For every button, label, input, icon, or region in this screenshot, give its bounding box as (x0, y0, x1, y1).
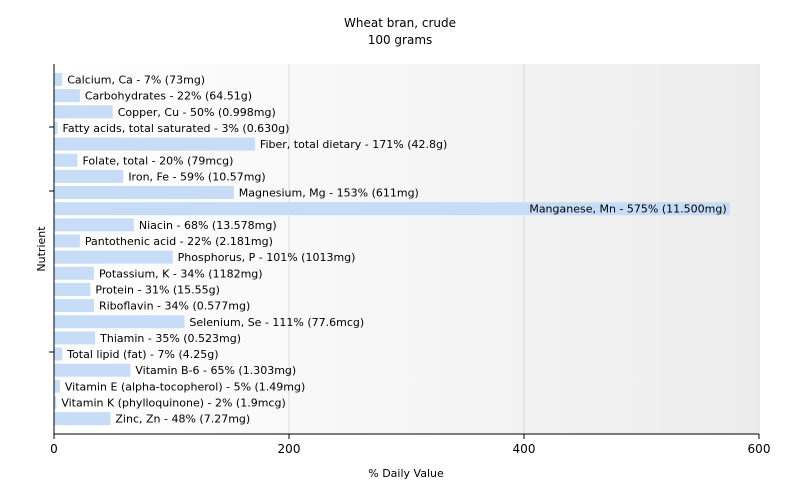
bar-label: Vitamin E (alpha-tocopherol) - 5% (1.49m… (65, 380, 305, 393)
bar (54, 121, 58, 135)
bar (54, 412, 111, 426)
bar-label: Potassium, K - 34% (1182mg) (99, 267, 263, 280)
bar-label: Thiamin - 35% (0.523mg) (99, 332, 241, 345)
chart-subtitle: 100 grams (368, 33, 433, 47)
bar (54, 218, 134, 232)
bar-label: Vitamin B-6 - 65% (1.303mg) (135, 364, 296, 377)
bar (54, 379, 60, 393)
x-tick-label: 200 (278, 442, 301, 456)
bar (54, 282, 91, 296)
x-tick-label: 600 (748, 442, 771, 456)
bar-label: Folate, total - 20% (79mcg) (83, 154, 234, 167)
bar-label: Niacin - 68% (13.578mg) (139, 219, 277, 232)
bar-label: Zinc, Zn - 48% (7.27mg) (115, 413, 250, 426)
bar (54, 137, 255, 151)
bar-chart: Calcium, Ca - 7% (73mg) Carbohydrates - 2… (35, 16, 771, 480)
bar (54, 299, 94, 313)
bar-label: Magnesium, Mg - 153% (611mg) (239, 187, 419, 200)
chart-container: Calcium, Ca - 7% (73mg) Carbohydrates - 2… (0, 0, 800, 500)
bar-label: Fatty acids, total saturated - 3% (0.630… (63, 122, 290, 135)
bar-label: Riboflavin - 34% (0.577mg) (99, 300, 250, 313)
bar (54, 186, 234, 200)
bar (54, 331, 96, 345)
bar (54, 315, 185, 329)
bar (54, 89, 80, 103)
bar (54, 347, 63, 361)
bar (54, 363, 131, 377)
bar-label: Carbohydrates - 22% (64.51g) (85, 90, 252, 103)
x-tick-label: 400 (513, 442, 536, 456)
bar (54, 73, 63, 86)
chart-title: Wheat bran, crude (344, 16, 456, 30)
bar (54, 169, 124, 183)
bar-label: Fiber, total dietary - 171% (42.8g) (260, 138, 447, 151)
plot-background (54, 64, 759, 434)
bar (54, 234, 80, 248)
bar-label: Vitamin K (phylloquinone) - 2% (1.9mcg) (61, 397, 285, 410)
bar (54, 105, 113, 119)
bar (54, 266, 94, 280)
bar-label: Calcium, Ca - 7% (73mg) (67, 74, 205, 87)
bar (54, 153, 78, 167)
x-axis-label: % Daily Value (368, 467, 444, 480)
bar-label: Iron, Fe - 59% (10.57mg) (128, 170, 265, 183)
x-tick-label: 0 (50, 442, 58, 456)
bar-label: Pantothenic acid - 22% (2.181mg) (85, 235, 273, 248)
y-axis-label: Nutrient (35, 226, 48, 272)
bar-label: Total lipid (fat) - 7% (4.25g) (66, 348, 218, 361)
bar-label: Protein - 31% (15.55g) (95, 283, 220, 296)
bar-label: Manganese, Mn - 575% (11.500mg) (529, 203, 726, 216)
bar-label: Selenium, Se - 111% (77.6mcg) (189, 316, 364, 329)
bar-label: Phosphorus, P - 101% (1013mg) (178, 251, 356, 264)
bar-label: Copper, Cu - 50% (0.998mg) (118, 106, 276, 119)
bar (54, 250, 173, 264)
